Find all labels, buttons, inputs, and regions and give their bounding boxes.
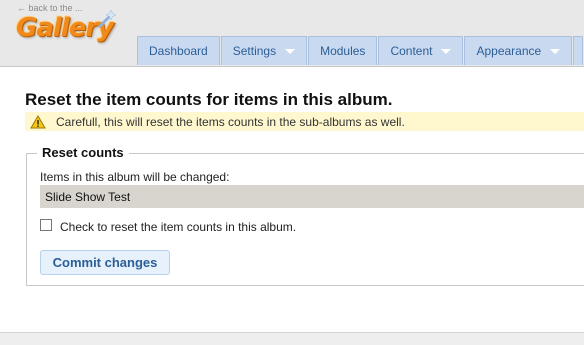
nav-label: Settings bbox=[232, 44, 277, 58]
nav-label: Dashboard bbox=[149, 44, 208, 58]
page-title: Reset the item counts for items in this … bbox=[25, 90, 393, 109]
nav-settings[interactable]: Settings bbox=[220, 36, 308, 65]
nav-label: Appearance bbox=[476, 44, 542, 58]
nav-dashboard[interactable]: Dashboard bbox=[137, 36, 220, 65]
items-label: Items in this album will be changed: bbox=[40, 170, 230, 184]
chevron-down-icon bbox=[285, 48, 296, 54]
commit-changes-button[interactable]: Commit changes bbox=[40, 250, 170, 275]
sparkle-icon bbox=[98, 9, 117, 28]
album-name-field: Slide Show Test bbox=[40, 185, 584, 208]
nav-content[interactable]: Content bbox=[378, 36, 464, 65]
nav-appearance[interactable]: Appearance bbox=[464, 36, 573, 65]
reset-checkbox[interactable] bbox=[40, 219, 52, 231]
chevron-down-icon bbox=[441, 48, 452, 54]
back-link[interactable]: ← back to the ... bbox=[17, 3, 83, 13]
warning-message: Carefull, this will reset the items coun… bbox=[25, 112, 584, 131]
nav-label: Modules bbox=[320, 44, 366, 58]
nav-label: Content bbox=[390, 44, 433, 58]
checkbox-label: Check to reset the item counts in this a… bbox=[60, 220, 297, 234]
chevron-down-icon bbox=[550, 48, 561, 54]
nav-modules[interactable]: Modules bbox=[308, 36, 378, 65]
fieldset-legend: Reset counts bbox=[37, 145, 129, 160]
nav-overflow[interactable] bbox=[573, 36, 584, 65]
main-nav: Dashboard Settings Modules Content Appea… bbox=[137, 36, 584, 66]
warning-icon bbox=[30, 114, 46, 128]
reset-checkbox-row[interactable]: Check to reset the item counts in this a… bbox=[40, 219, 297, 234]
warning-text: Carefull, this will reset the items coun… bbox=[56, 114, 405, 129]
footer bbox=[0, 332, 584, 345]
header: ← back to the ... Gallery Dashboard Sett… bbox=[0, 0, 584, 67]
